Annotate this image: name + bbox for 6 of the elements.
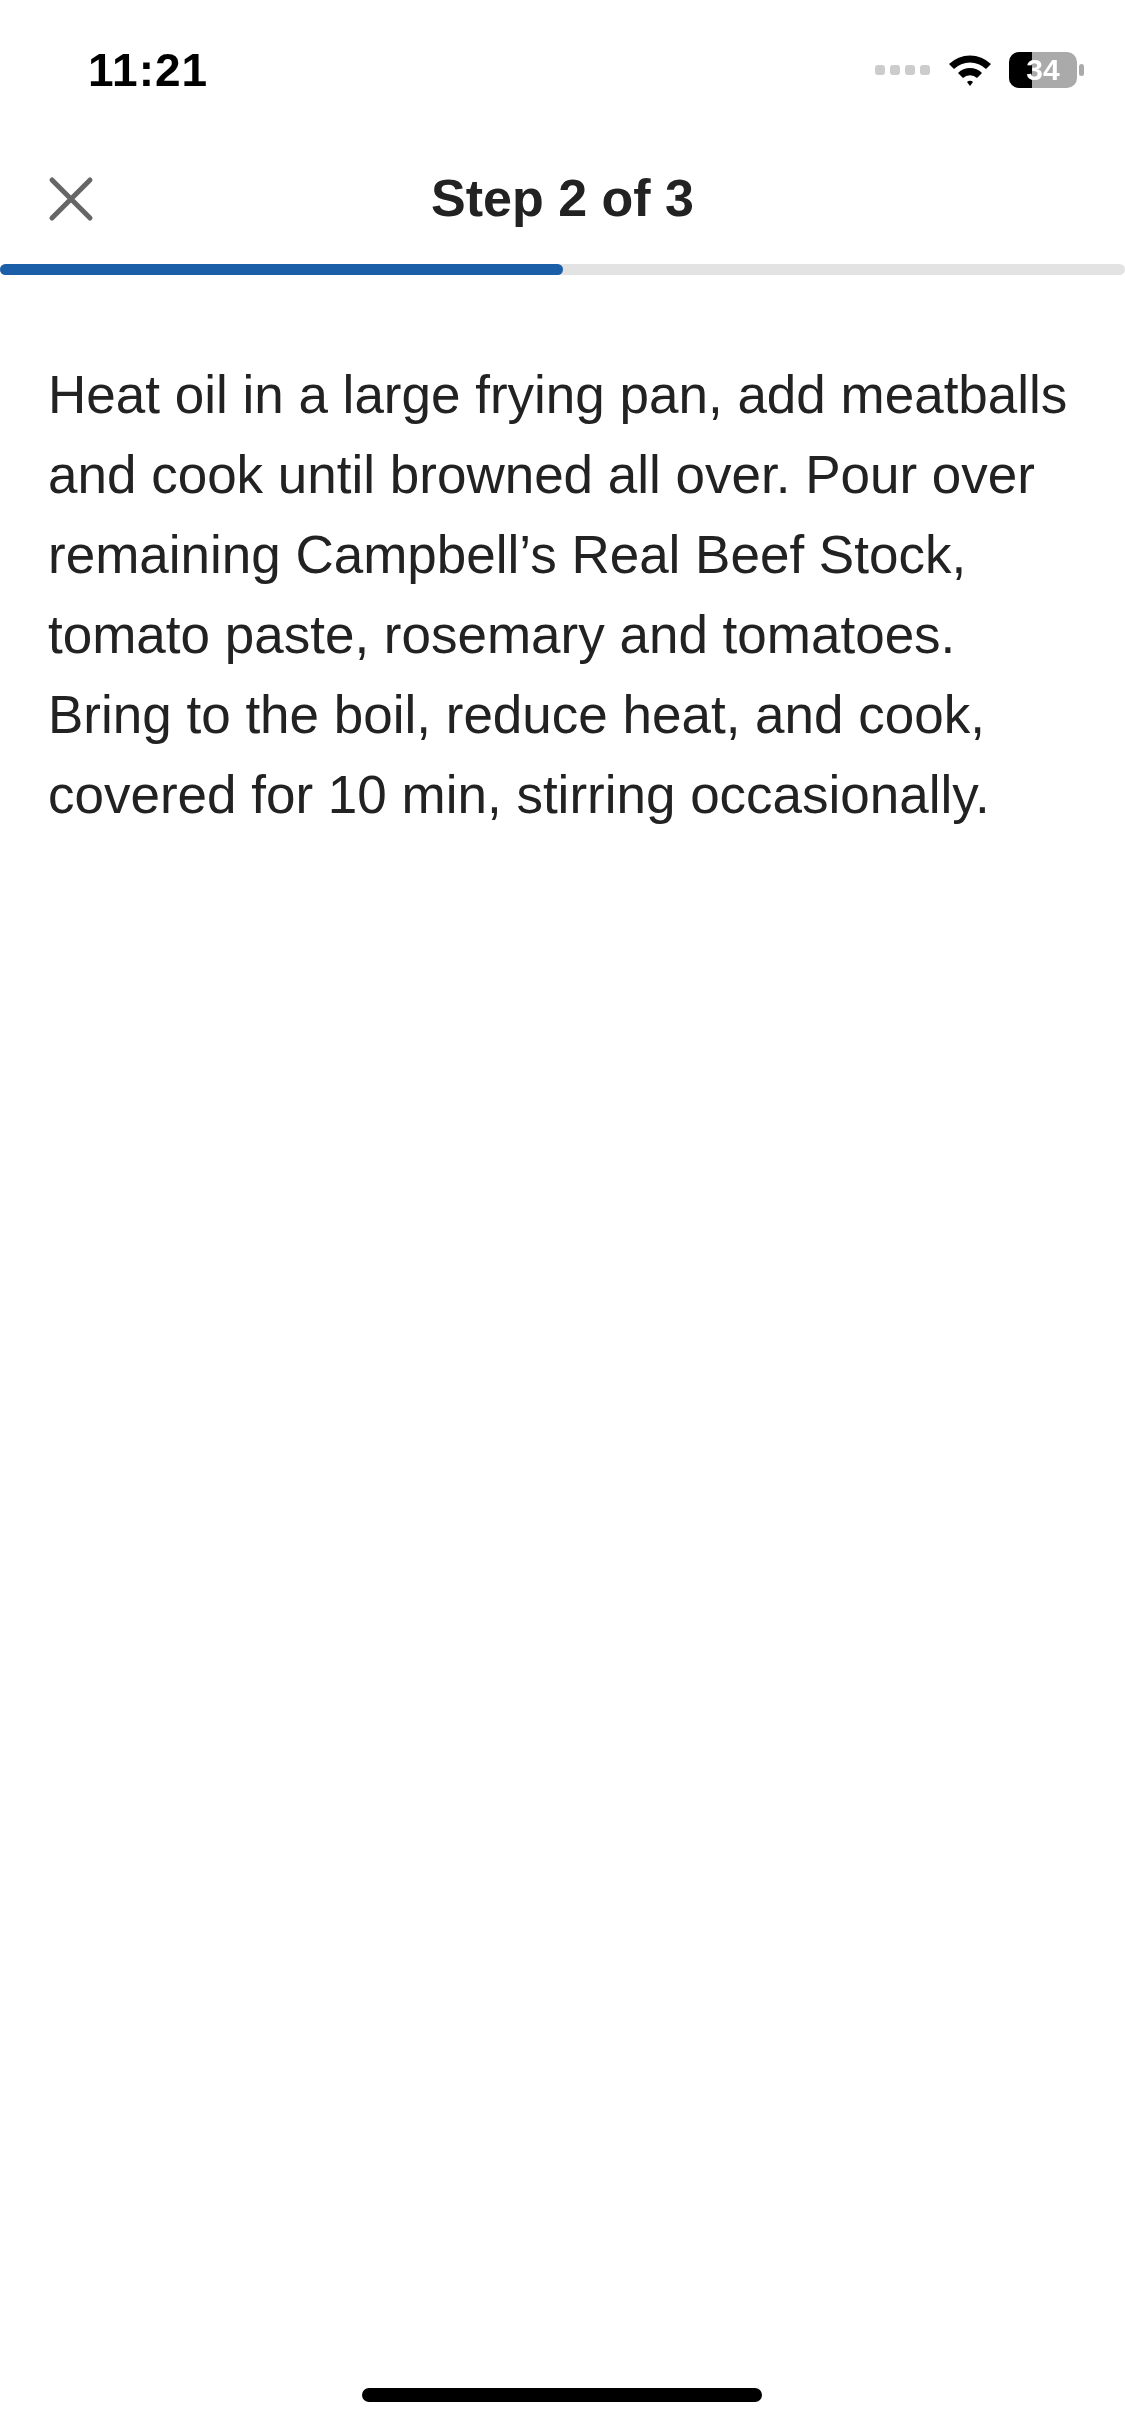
wifi-icon xyxy=(947,52,993,88)
step-title: Step 2 of 3 xyxy=(431,167,694,229)
step-instructions: Heat oil in a large frying pan, add meatballs and cook until browned all over. Pour over remaining Campbell’s Real Beef Stock, tomato paste, rosemary and tomatoes. Bring to the boil, reduce heat, and cook, covered for 10 min, stirring occasionally. xyxy=(47,364,1069,826)
close-button[interactable] xyxy=(48,176,94,222)
signal-icon xyxy=(875,62,931,78)
status-time: 11:21 xyxy=(88,42,209,98)
